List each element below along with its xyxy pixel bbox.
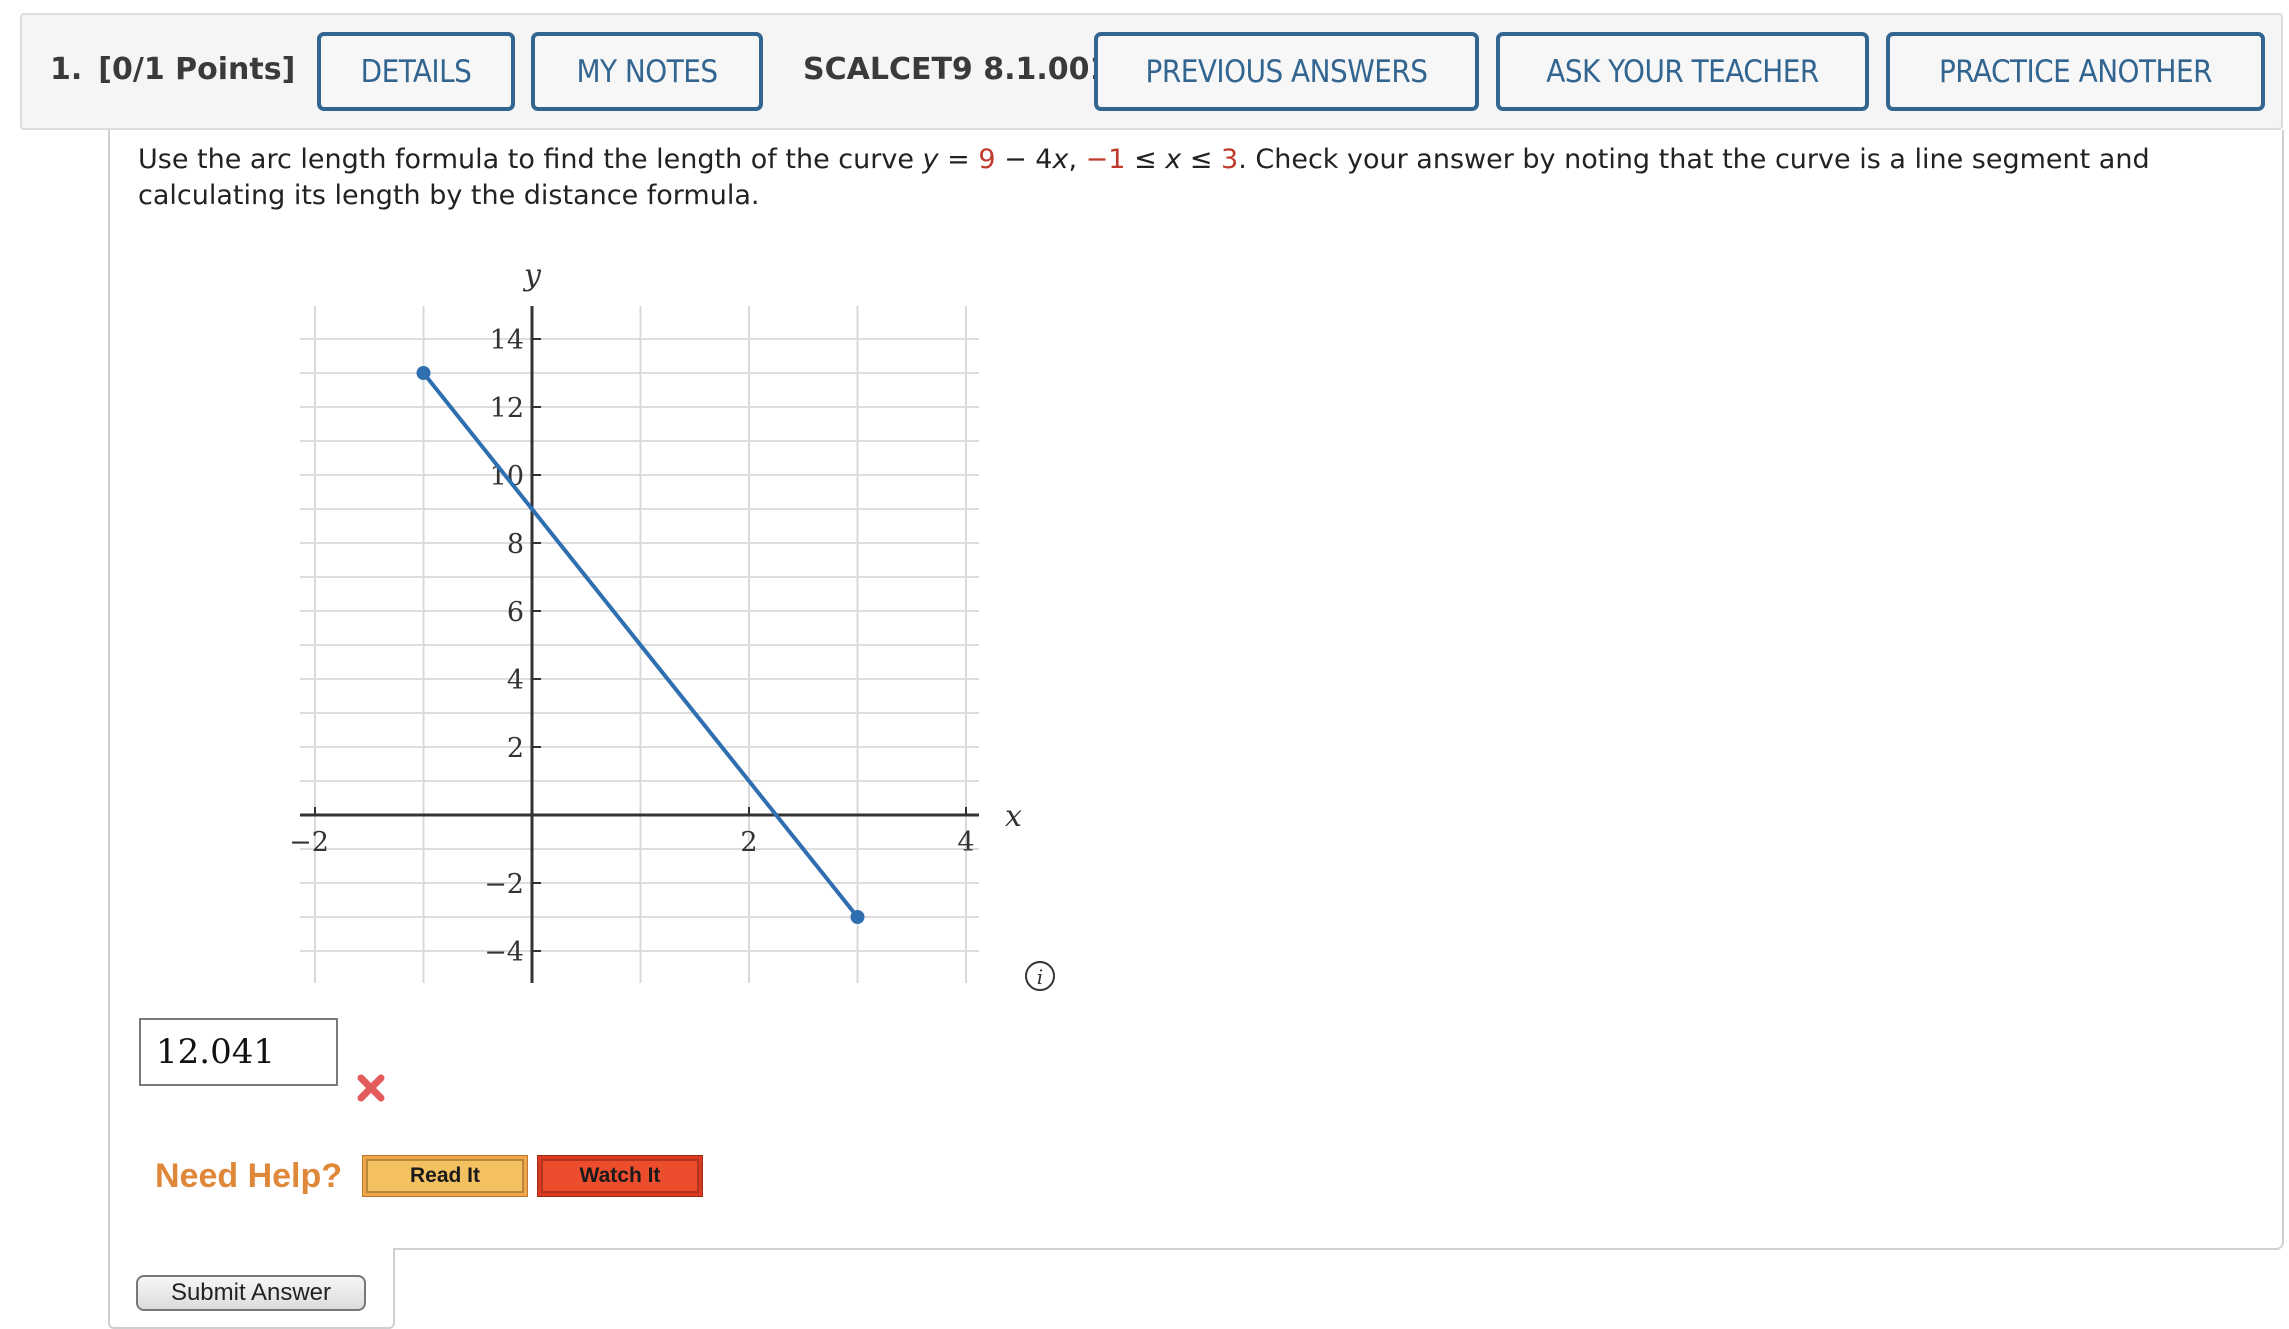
y-tick-label: −2: [484, 869, 524, 900]
x-axis-label: x: [1005, 799, 1022, 834]
line-graph: −2 2 4−4−22468101214 x y: [289, 258, 1022, 983]
endpoint-marker: [416, 366, 431, 380]
watch-it-label: Watch It: [541, 1159, 699, 1193]
ask-your-teacher-button[interactable]: ASK YOUR TEACHER: [1496, 32, 1869, 111]
tick-labels: −2 2 4−4−22468101214: [289, 325, 975, 968]
y-tick-label: 14: [490, 325, 524, 356]
info-icon[interactable]: i: [1024, 960, 1056, 992]
svg-text:i: i: [1037, 965, 1043, 989]
y-tick-label: 6: [507, 597, 524, 628]
y-tick-label: 12: [490, 393, 524, 424]
need-help-label: Need Help?: [155, 1157, 343, 1195]
y-tick-label: −4: [484, 937, 524, 968]
panel-join: [110, 1245, 393, 1253]
previous-answers-button[interactable]: PREVIOUS ANSWERS: [1094, 32, 1479, 111]
y-tick-label: 2: [507, 733, 524, 764]
leq-sign: ≤: [1181, 144, 1222, 175]
leq-sign: ≤: [1125, 144, 1166, 175]
read-it-label: Read It: [366, 1159, 524, 1193]
y-axis-label: y: [522, 258, 542, 293]
endpoint-marker: [850, 910, 865, 924]
practice-another-button[interactable]: PRACTICE ANOTHER: [1886, 32, 2265, 111]
x-tick-label: 4: [957, 827, 974, 858]
y-tick-label: 4: [507, 665, 524, 696]
upper-bound: 3: [1221, 144, 1239, 175]
watch-it-button[interactable]: Watch It: [537, 1155, 703, 1197]
var-x: x: [1165, 144, 1182, 175]
x-tick-label: 2: [740, 827, 757, 858]
read-it-button[interactable]: Read It: [362, 1155, 528, 1197]
answer-input[interactable]: [139, 1018, 338, 1086]
x-mark-icon: [357, 1074, 385, 1102]
submit-answer-button[interactable]: Submit Answer: [136, 1275, 366, 1311]
x-tick-label: −2: [289, 827, 329, 858]
y-tick-label: 8: [507, 529, 524, 560]
